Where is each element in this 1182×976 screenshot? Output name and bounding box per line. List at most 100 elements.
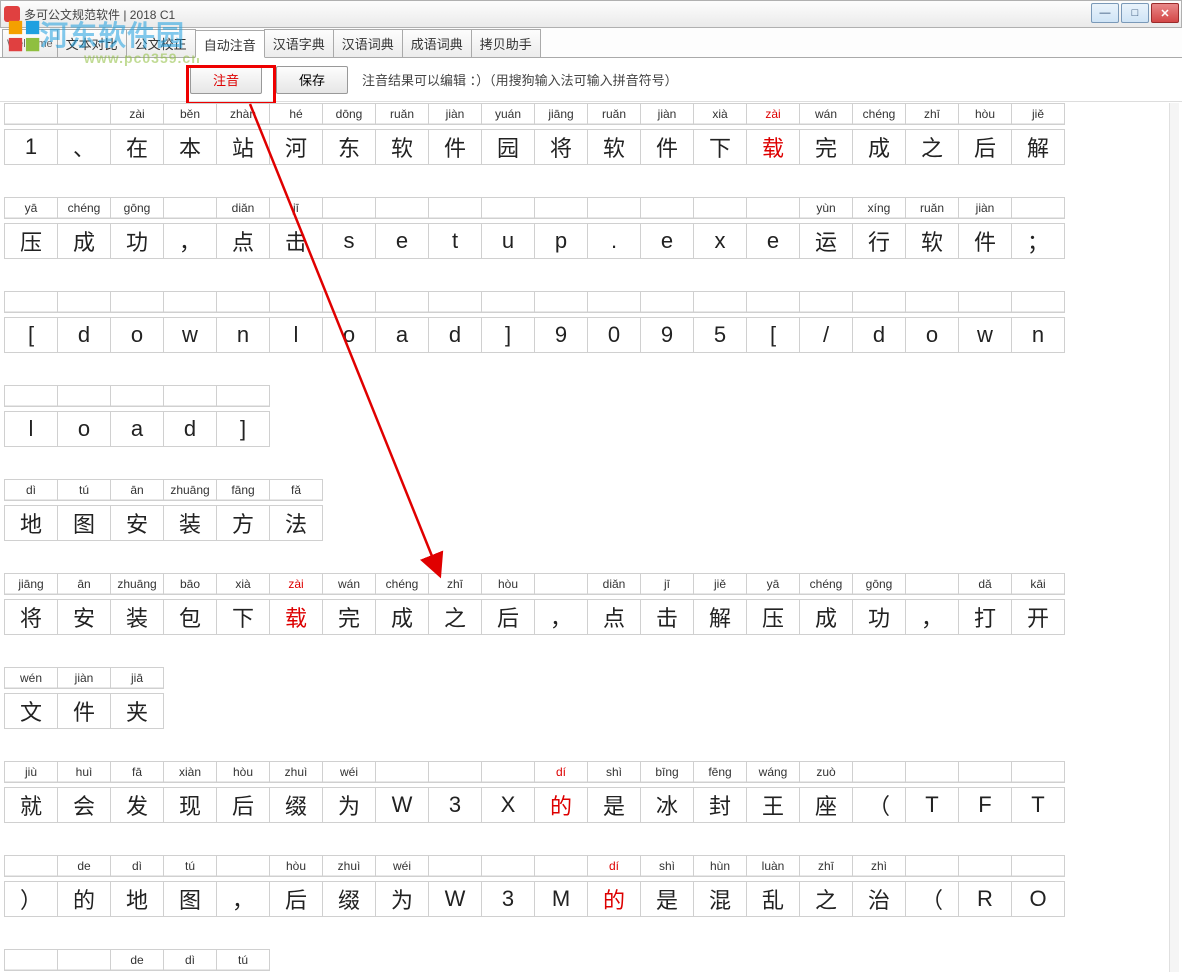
hanzi-cell[interactable]: d [853,318,905,352]
pinyin-cell[interactable] [800,292,852,312]
pinyin-cell[interactable] [641,292,693,312]
pinyin-cell[interactable]: xià [217,574,269,594]
pinyin-cell[interactable] [535,292,587,312]
hanzi-cell[interactable]: 包 [164,600,216,634]
hanzi-cell[interactable]: 安 [111,506,163,540]
pinyin-cell[interactable] [906,762,958,782]
hanzi-cell[interactable]: ， [535,600,587,634]
pinyin-cell[interactable] [217,856,269,876]
hanzi-cell[interactable]: 压 [747,600,799,634]
pinyin-cell[interactable] [959,856,1011,876]
pinyin-cell[interactable] [5,292,57,312]
hanzi-cell[interactable]: 功 [111,224,163,258]
pinyin-cell[interactable]: ān [58,574,110,594]
hanzi-cell[interactable]: 装 [164,506,216,540]
hanzi-cell[interactable]: n [217,318,269,352]
hanzi-cell[interactable]: 成 [853,130,905,164]
pinyin-cell[interactable]: xíng [853,198,905,218]
pinyin-cell[interactable] [58,950,110,970]
tab-公文校正[interactable]: 公文校正 [126,29,196,57]
pinyin-cell[interactable]: ruǎn [588,104,640,124]
hanzi-cell[interactable]: 9 [641,318,693,352]
hanzi-cell[interactable]: （ [906,882,958,916]
hanzi-cell[interactable]: 成 [376,600,428,634]
pinyin-cell[interactable]: zài [747,104,799,124]
pinyin-cell[interactable] [376,762,428,782]
hanzi-cell[interactable]: 发 [111,788,163,822]
pinyin-cell[interactable]: yā [5,198,57,218]
pinyin-cell[interactable] [58,104,110,124]
tab-拷贝助手[interactable]: 拷贝助手 [471,29,541,57]
pinyin-cell[interactable]: wéi [323,762,375,782]
hanzi-cell[interactable]: 、 [58,130,110,164]
pinyin-cell[interactable]: hùn [694,856,746,876]
hanzi-cell[interactable]: T [906,788,958,822]
pinyin-cell[interactable]: gōng [853,574,905,594]
close-button[interactable]: ✕ [1151,3,1179,23]
pinyin-cell[interactable] [641,198,693,218]
pinyin-cell[interactable]: jiě [1012,104,1064,124]
hanzi-cell[interactable]: 3 [482,882,534,916]
pinyin-cell[interactable]: jiù [5,762,57,782]
hanzi-cell[interactable]: 为 [323,788,375,822]
hanzi-cell[interactable]: ） [5,882,57,916]
pinyin-cell[interactable]: zài [270,574,322,594]
pinyin-cell[interactable]: zhì [853,856,905,876]
pinyin-cell[interactable] [482,198,534,218]
pinyin-cell[interactable]: dǎ [959,574,1011,594]
hanzi-cell[interactable]: 是 [588,788,640,822]
pinyin-cell[interactable]: zài [111,104,163,124]
hanzi-cell[interactable]: 的 [588,882,640,916]
hanzi-cell[interactable]: 击 [270,224,322,258]
save-button[interactable]: 保存 [276,66,348,94]
hanzi-cell[interactable]: 9 [535,318,587,352]
hanzi-cell[interactable]: . [588,224,640,258]
hanzi-cell[interactable]: 点 [588,600,640,634]
pinyin-cell[interactable] [853,292,905,312]
hanzi-cell[interactable]: n [1012,318,1064,352]
hanzi-cell[interactable]: d [164,412,216,446]
pinyin-cell[interactable] [111,386,163,406]
hanzi-cell[interactable]: p [535,224,587,258]
pinyin-cell[interactable]: zhī [429,574,481,594]
pinyin-cell[interactable]: chéng [800,574,852,594]
pinyin-cell[interactable]: jiā [111,668,163,688]
hanzi-cell[interactable]: 地 [5,506,57,540]
pinyin-cell[interactable] [217,386,269,406]
pinyin-cell[interactable]: zuò [800,762,852,782]
pinyin-cell[interactable]: dí [588,856,640,876]
hanzi-cell[interactable]: ] [482,318,534,352]
pinyin-cell[interactable]: jiàn [959,198,1011,218]
hanzi-cell[interactable]: 王 [747,788,799,822]
hanzi-cell[interactable]: 打 [959,600,1011,634]
hanzi-cell[interactable]: 解 [1012,130,1064,164]
pinyin-cell[interactable]: de [58,856,110,876]
hanzi-cell[interactable]: w [959,318,1011,352]
hanzi-cell[interactable]: 现 [164,788,216,822]
vertical-scrollbar[interactable] [1169,103,1179,972]
pinyin-cell[interactable]: hòu [270,856,322,876]
hanzi-cell[interactable]: 3 [429,788,481,822]
tab-自动注音[interactable]: 自动注音 [195,30,265,58]
hanzi-cell[interactable]: X [482,788,534,822]
hanzi-cell[interactable]: 东 [323,130,375,164]
hanzi-cell[interactable]: F [959,788,1011,822]
hanzi-cell[interactable]: 是 [641,882,693,916]
hanzi-cell[interactable]: e [747,224,799,258]
pinyin-cell[interactable]: dì [5,480,57,500]
tab-文本对比[interactable]: 文本对比 [57,29,127,57]
pinyin-cell[interactable]: jī [641,574,693,594]
hanzi-cell[interactable]: l [5,412,57,446]
zhuyin-button[interactable]: 注音 [190,66,262,94]
pinyin-cell[interactable] [5,386,57,406]
hanzi-cell[interactable]: 后 [959,130,1011,164]
minimize-button[interactable]: — [1091,3,1119,23]
hanzi-cell[interactable]: 就 [5,788,57,822]
pinyin-cell[interactable]: wán [800,104,852,124]
pinyin-cell[interactable] [270,292,322,312]
pinyin-cell[interactable]: wáng [747,762,799,782]
hanzi-cell[interactable]: d [58,318,110,352]
hanzi-cell[interactable]: [ [5,318,57,352]
tab-成语词典[interactable]: 成语词典 [402,29,472,57]
hanzi-cell[interactable]: 混 [694,882,746,916]
